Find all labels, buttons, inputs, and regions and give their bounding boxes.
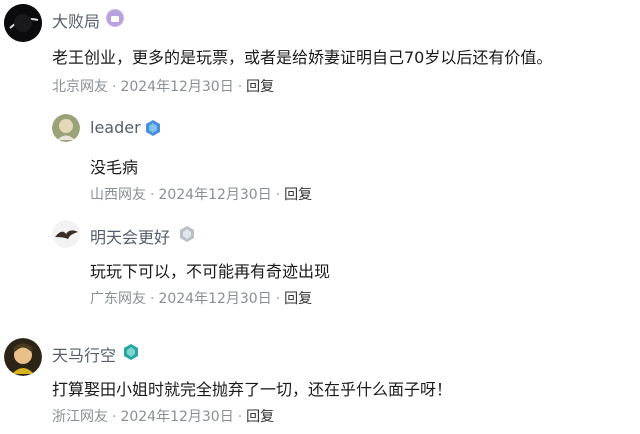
teal-level-badge-icon [122, 343, 140, 361]
purple-level-badge-icon [106, 9, 124, 27]
timestamp: 2024年12月30日 [158, 187, 272, 203]
reply-button[interactable]: 回复 [284, 291, 312, 307]
reply-button[interactable]: 回复 [284, 187, 312, 203]
comment-meta: 浙江网友 · 2024年12月30日 · 回复 [52, 406, 274, 426]
meta-separator: · [112, 79, 117, 95]
comment-meta: 山西网友 · 2024年12月30日 · 回复 [90, 184, 312, 204]
username[interactable]: 明天会更好 [90, 224, 170, 248]
comment-item: 天马行空 打算娶田小姐时就完全抛弃了一切，还在乎什么面子呀！ 浙江网友 · 2024… [0, 332, 640, 434]
reply-item: 明天会更好 玩玩下可以，不可能再有奇迹出现 广东网友 · 2024年12月30日 · 回… [0, 214, 640, 314]
blue-level-badge-icon [144, 119, 162, 137]
meta-separator: · [112, 409, 117, 425]
comment-text: 玩玩下可以，不可能再有奇迹出现 [90, 262, 331, 281]
dark-planet-avatar-icon [4, 4, 42, 42]
eagle-avatar-icon [52, 220, 80, 248]
timestamp: 2024年12月30日 [158, 291, 272, 307]
comment-meta: 北京网友 · 2024年12月30日 · 回复 [52, 76, 274, 96]
avatar[interactable] [4, 4, 42, 42]
avatar[interactable] [4, 338, 42, 376]
timestamp: 2024年12月30日 [120, 409, 234, 425]
location-label: 北京网友 [52, 79, 108, 95]
meta-separator: · [237, 79, 243, 95]
location-label: 广东网友 [90, 291, 146, 307]
username[interactable]: leader [90, 118, 141, 137]
meta-separator: · [150, 187, 155, 203]
username[interactable]: 大败局 [52, 8, 100, 32]
comment-meta: 广东网友 · 2024年12月30日 · 回复 [90, 288, 312, 308]
comment-text: 老王创业，更多的是玩票，或者是给娇妻证明自己70岁以后还有价值。 [52, 48, 553, 67]
avatar[interactable] [52, 114, 80, 142]
avatar[interactable] [52, 220, 80, 248]
reply-button[interactable]: 回复 [246, 409, 274, 425]
meta-separator: · [275, 291, 281, 307]
comment-text: 没毛病 [90, 158, 139, 177]
meta-separator: · [150, 291, 155, 307]
elder-portrait-avatar-icon [52, 114, 80, 142]
gray-level-badge-icon [178, 225, 196, 243]
reply-item: leader 没毛病 山西网友 · 2024年12月30日 · 回复 [0, 108, 640, 208]
meta-separator: · [275, 187, 281, 203]
comment-item: 大败局 老王创业，更多的是玩票，或者是给娇妻证明自己70岁以后还有价值。 北京网… [0, 0, 640, 100]
location-label: 浙江网友 [52, 409, 108, 425]
reply-button[interactable]: 回复 [246, 79, 274, 95]
username[interactable]: 天马行空 [52, 342, 116, 366]
location-label: 山西网友 [90, 187, 146, 203]
timestamp: 2024年12月30日 [120, 79, 234, 95]
meta-separator: · [237, 409, 243, 425]
comment-text: 打算娶田小姐时就完全抛弃了一切，还在乎什么面子呀！ [52, 380, 453, 399]
cartoon-character-avatar-icon [4, 338, 42, 376]
